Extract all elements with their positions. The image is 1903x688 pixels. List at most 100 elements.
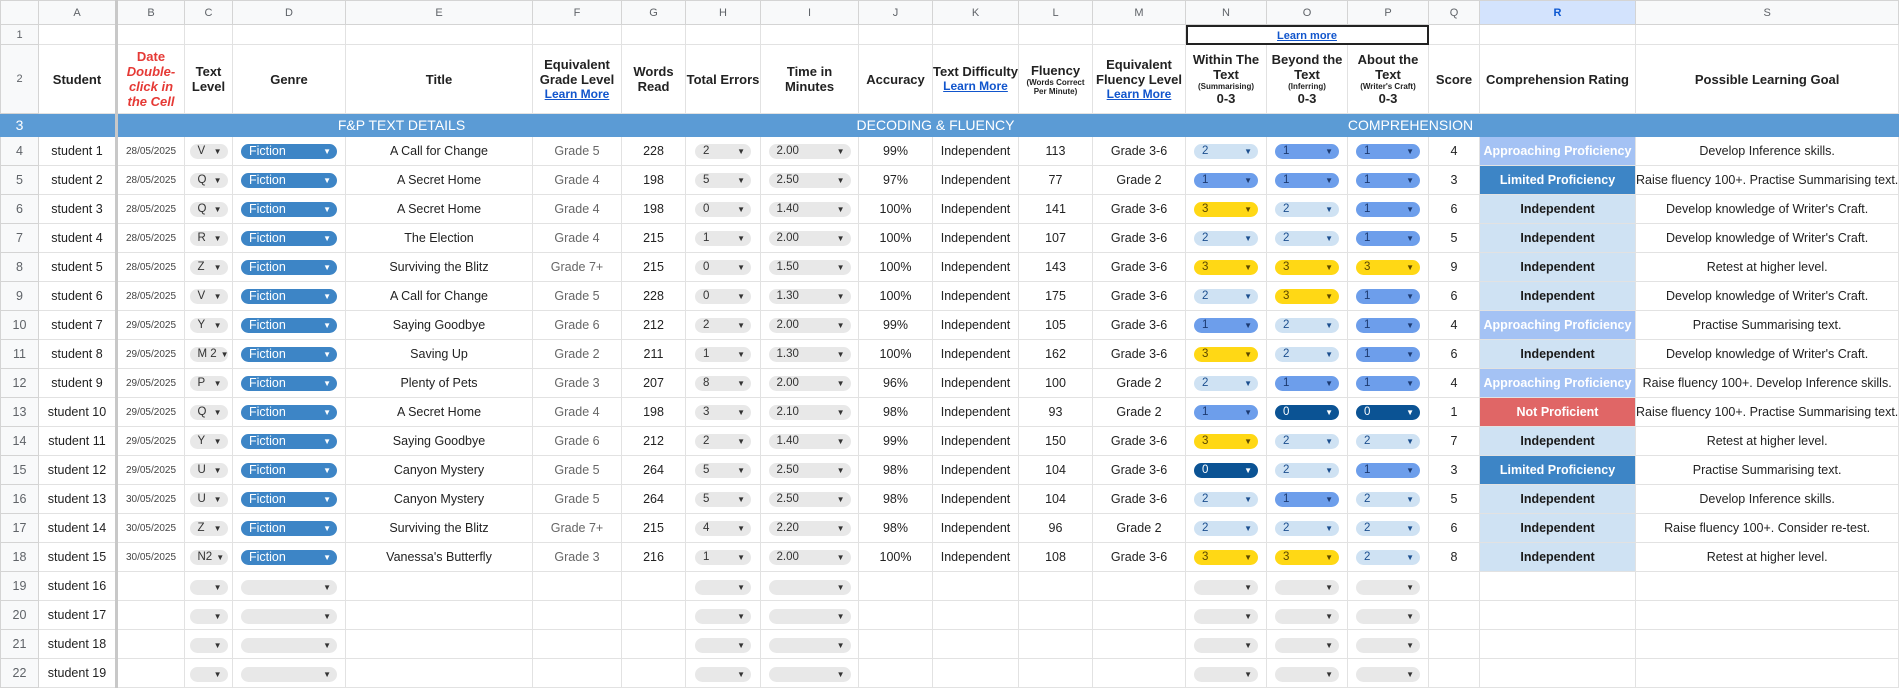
title-cell[interactable]: A Secret Home bbox=[345, 397, 533, 427]
text-level-cell[interactable]: U ▼ bbox=[184, 455, 233, 485]
text-level-dropdown[interactable]: Y ▼ bbox=[189, 433, 228, 449]
total-errors-dropdown[interactable]: ▼ bbox=[695, 638, 751, 654]
total-errors-cell[interactable]: 4 ▼ bbox=[685, 513, 761, 543]
total-errors-dropdown[interactable]: 1 ▼ bbox=[695, 230, 751, 246]
row-number[interactable]: 6 bbox=[0, 194, 39, 224]
within-score-dropdown[interactable]: 3 ▼ bbox=[1194, 259, 1258, 275]
time-dropdown[interactable]: 2.20 ▼ bbox=[768, 520, 851, 536]
beyond-cell[interactable]: 3 ▼ bbox=[1266, 252, 1348, 282]
fluency-level-cell[interactable] bbox=[1092, 600, 1186, 630]
time-cell[interactable]: 1.30 ▼ bbox=[760, 339, 859, 369]
header-total-errors[interactable]: Total Errors bbox=[685, 44, 761, 114]
learn-more-link[interactable]: Learn more bbox=[1277, 30, 1337, 42]
beyond-score-dropdown[interactable]: 3 ▼ bbox=[1275, 549, 1339, 565]
accuracy-cell[interactable]: 98% bbox=[858, 513, 933, 543]
text-level-cell[interactable]: Z ▼ bbox=[184, 513, 233, 543]
accuracy-cell[interactable]: 100% bbox=[858, 252, 933, 282]
fluency-cell[interactable]: 162 bbox=[1018, 339, 1093, 369]
fluency-level-cell[interactable]: Grade 2 bbox=[1092, 513, 1186, 543]
cell[interactable] bbox=[345, 24, 533, 45]
section-comprehension[interactable]: COMPREHENSION bbox=[1185, 113, 1636, 137]
within-score-dropdown[interactable]: 2 ▼ bbox=[1194, 375, 1258, 391]
fluency-level-cell[interactable] bbox=[1092, 571, 1186, 601]
date-cell[interactable]: 29/05/2025 bbox=[116, 368, 185, 398]
within-cell[interactable]: 3 ▼ bbox=[1185, 426, 1267, 456]
grade-level-cell[interactable]: Grade 6 bbox=[532, 426, 622, 456]
within-cell[interactable]: 2 ▼ bbox=[1185, 136, 1267, 166]
cell[interactable] bbox=[932, 24, 1019, 45]
student-cell[interactable]: student 14 bbox=[38, 513, 118, 543]
learning-goal-cell[interactable]: Retest at higher level. bbox=[1634, 252, 1900, 282]
total-errors-dropdown[interactable]: ▼ bbox=[695, 580, 751, 596]
text-level-dropdown[interactable]: N2 ▼ bbox=[189, 549, 228, 565]
student-cell[interactable]: student 2 bbox=[38, 165, 118, 195]
score-cell[interactable] bbox=[1428, 571, 1480, 601]
fluency-level-cell[interactable] bbox=[1092, 629, 1186, 659]
student-cell[interactable]: student 5 bbox=[38, 252, 118, 282]
comprehension-rating-cell[interactable]: Independent bbox=[1479, 426, 1636, 456]
title-cell[interactable]: Canyon Mystery bbox=[345, 484, 533, 514]
words-read-cell[interactable]: 216 bbox=[621, 542, 686, 572]
about-cell[interactable]: 2 ▼ bbox=[1347, 542, 1429, 572]
accuracy-cell[interactable]: 99% bbox=[858, 136, 933, 166]
accuracy-cell[interactable] bbox=[858, 600, 933, 630]
time-cell[interactable]: 2.50 ▼ bbox=[760, 484, 859, 514]
beyond-score-dropdown[interactable]: 1 ▼ bbox=[1275, 375, 1339, 391]
time-dropdown[interactable]: 1.30 ▼ bbox=[768, 346, 851, 362]
grade-level-cell[interactable]: Grade 7+ bbox=[532, 252, 622, 282]
date-cell[interactable] bbox=[116, 658, 185, 688]
total-errors-dropdown[interactable]: 3 ▼ bbox=[695, 404, 751, 420]
time-dropdown[interactable]: 2.50 ▼ bbox=[768, 172, 851, 188]
row-number[interactable]: 4 bbox=[0, 136, 39, 166]
genre-dropdown[interactable]: Fiction ▼ bbox=[241, 491, 337, 507]
fluency-cell[interactable]: 107 bbox=[1018, 223, 1093, 253]
time-dropdown[interactable]: 2.00 ▼ bbox=[768, 143, 851, 159]
beyond-cell[interactable]: ▼ bbox=[1266, 600, 1348, 630]
text-level-dropdown[interactable]: Z ▼ bbox=[189, 259, 228, 275]
header-text-difficulty[interactable]: Text Difficulty Learn More bbox=[932, 44, 1019, 114]
within-score-dropdown[interactable]: 3 ▼ bbox=[1194, 346, 1258, 362]
cell[interactable] bbox=[1634, 24, 1900, 45]
grade-level-cell[interactable]: Grade 5 bbox=[532, 484, 622, 514]
time-dropdown[interactable]: 2.10 ▼ bbox=[768, 404, 851, 420]
student-cell[interactable]: student 17 bbox=[38, 600, 118, 630]
column-header-i[interactable]: I bbox=[760, 0, 859, 25]
time-cell[interactable]: 1.40 ▼ bbox=[760, 426, 859, 456]
genre-dropdown[interactable]: Fiction ▼ bbox=[241, 549, 337, 565]
row-number[interactable]: 10 bbox=[0, 310, 39, 340]
words-read-cell[interactable]: 228 bbox=[621, 281, 686, 311]
genre-cell[interactable]: ▼ bbox=[232, 629, 346, 659]
title-cell[interactable] bbox=[345, 629, 533, 659]
title-cell[interactable]: A Secret Home bbox=[345, 165, 533, 195]
fluency-cell[interactable] bbox=[1018, 629, 1093, 659]
text-level-dropdown[interactable]: V ▼ bbox=[189, 288, 228, 304]
column-header-b[interactable]: B bbox=[116, 0, 185, 25]
row-number[interactable]: 22 bbox=[0, 658, 39, 688]
comprehension-rating-cell[interactable]: Approaching Proficiency bbox=[1479, 136, 1636, 166]
student-cell[interactable]: student 7 bbox=[38, 310, 118, 340]
fluency-level-cell[interactable]: Grade 3-6 bbox=[1092, 252, 1186, 282]
within-score-dropdown[interactable]: 1 ▼ bbox=[1194, 172, 1258, 188]
text-difficulty-cell[interactable]: Independent bbox=[932, 368, 1019, 398]
text-level-dropdown[interactable]: ▼ bbox=[189, 609, 228, 625]
genre-cell[interactable]: Fiction ▼ bbox=[232, 165, 346, 195]
text-difficulty-cell[interactable]: Independent bbox=[932, 339, 1019, 369]
time-cell[interactable]: 2.00 ▼ bbox=[760, 223, 859, 253]
grade-level-cell[interactable]: Grade 6 bbox=[532, 310, 622, 340]
header-accuracy[interactable]: Accuracy bbox=[858, 44, 933, 114]
genre-cell[interactable]: Fiction ▼ bbox=[232, 310, 346, 340]
row-number[interactable]: 14 bbox=[0, 426, 39, 456]
text-level-cell[interactable]: ▼ bbox=[184, 658, 233, 688]
total-errors-cell[interactable]: 5 ▼ bbox=[685, 455, 761, 485]
about-cell[interactable]: 2 ▼ bbox=[1347, 426, 1429, 456]
text-difficulty-cell[interactable] bbox=[932, 600, 1019, 630]
learning-goal-cell[interactable]: Raise fluency 100+. Develop Inference sk… bbox=[1634, 368, 1900, 398]
total-errors-dropdown[interactable]: 4 ▼ bbox=[695, 520, 751, 536]
total-errors-dropdown[interactable]: 5 ▼ bbox=[695, 491, 751, 507]
time-cell[interactable]: 1.40 ▼ bbox=[760, 194, 859, 224]
total-errors-cell[interactable]: 1 ▼ bbox=[685, 339, 761, 369]
header-within-text[interactable]: Within The Text (Summarising) 0-3 bbox=[1185, 44, 1267, 114]
row-number[interactable]: 13 bbox=[0, 397, 39, 427]
time-dropdown[interactable]: 2.00 ▼ bbox=[768, 317, 851, 333]
fluency-cell[interactable]: 104 bbox=[1018, 455, 1093, 485]
